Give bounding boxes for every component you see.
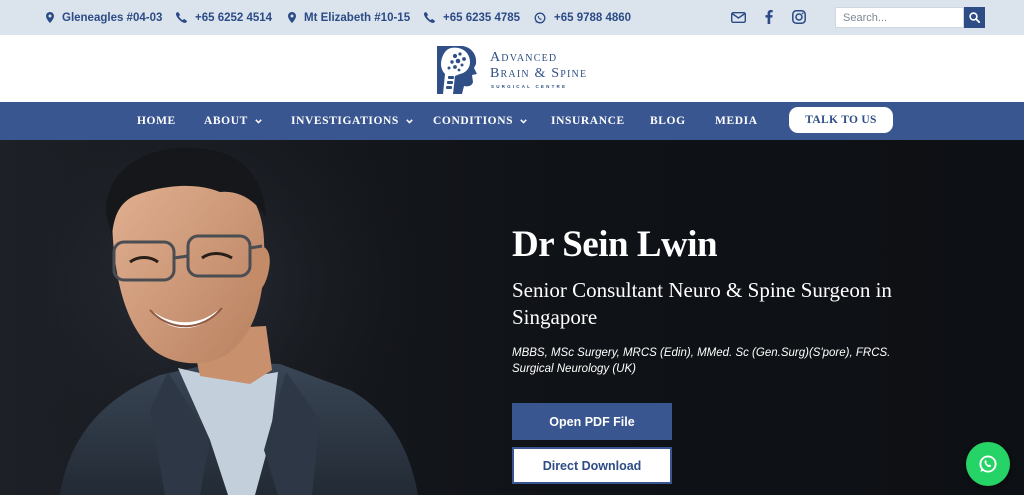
chevron-down-icon <box>520 118 527 124</box>
talk-to-us-button[interactable]: TALK TO US <box>789 107 893 133</box>
search-icon <box>969 12 980 23</box>
nav-item-blog[interactable]: BLOG <box>650 102 686 140</box>
top-info-bar: Gleneagles #04-03 +65 6252 4514 Mt Eliza… <box>0 0 1024 35</box>
contact-label: +65 9788 4860 <box>554 11 632 24</box>
contact-mt-elizabeth[interactable]: Mt Elizabeth #10-15 <box>288 0 410 35</box>
logo-text-line2: Brain & Spine <box>490 66 588 81</box>
phone-icon <box>176 12 187 23</box>
logo-text-line1: Advanced <box>490 50 558 65</box>
facebook-icon <box>765 10 773 24</box>
location-pin-icon <box>288 12 296 23</box>
logo-text-line3: SURGICAL CENTRE <box>491 84 568 89</box>
whatsapp-icon <box>979 455 997 473</box>
nav-item-insurance[interactable]: INSURANCE <box>551 102 625 140</box>
phone-icon <box>424 12 435 23</box>
nav-item-home[interactable]: HOME <box>137 102 176 140</box>
nav-item-investigations[interactable]: INVESTIGATIONS <box>291 102 413 140</box>
whatsapp-floating-button[interactable] <box>966 442 1010 486</box>
chevron-down-icon <box>255 118 262 124</box>
doctor-name-heading: Dr Sein Lwin <box>512 224 718 265</box>
contact-phone-2[interactable]: +65 6235 4785 <box>424 0 520 35</box>
doctor-title-subtitle: Senior Consultant Neuro & Spine Surgeon … <box>512 278 892 329</box>
email-icon <box>730 11 746 23</box>
facebook-link[interactable] <box>761 9 777 25</box>
search-button[interactable] <box>964 7 985 28</box>
logo-band: Advanced Brain & Spine SURGICAL CENTRE <box>0 35 1024 102</box>
contact-label: Mt Elizabeth #10-15 <box>304 11 411 24</box>
doctor-credentials: MBBS, MSc Surgery, MRCS (Edin), MMed. Sc… <box>512 347 891 375</box>
whatsapp-icon <box>534 12 546 23</box>
search-input[interactable] <box>835 7 964 28</box>
contact-gleneagles[interactable]: Gleneagles #04-03 <box>46 0 162 35</box>
nav-item-about[interactable]: ABOUT <box>204 102 262 140</box>
doctor-portrait-image <box>50 140 450 495</box>
hero-section: Dr Sein Lwin Senior Consultant Neuro & S… <box>0 140 1024 495</box>
contact-label: +65 6252 4514 <box>195 11 273 24</box>
instagram-link[interactable] <box>791 9 807 25</box>
contact-phone-1[interactable]: +65 6252 4514 <box>176 0 272 35</box>
instagram-icon <box>792 10 806 24</box>
brain-spine-logo-icon[interactable] <box>433 42 479 94</box>
chevron-down-icon <box>406 118 413 124</box>
contact-whatsapp[interactable]: +65 9788 4860 <box>534 0 631 35</box>
contact-label: Gleneagles #04-03 <box>62 11 163 24</box>
location-pin-icon <box>46 12 54 23</box>
open-pdf-button[interactable]: Open PDF File <box>512 403 672 440</box>
email-link[interactable] <box>730 9 746 25</box>
contact-label: +65 6235 4785 <box>443 11 521 24</box>
nav-item-conditions[interactable]: CONDITIONS <box>433 102 527 140</box>
direct-download-button[interactable]: Direct Download <box>512 447 672 484</box>
nav-item-media[interactable]: MEDIA <box>715 102 758 140</box>
